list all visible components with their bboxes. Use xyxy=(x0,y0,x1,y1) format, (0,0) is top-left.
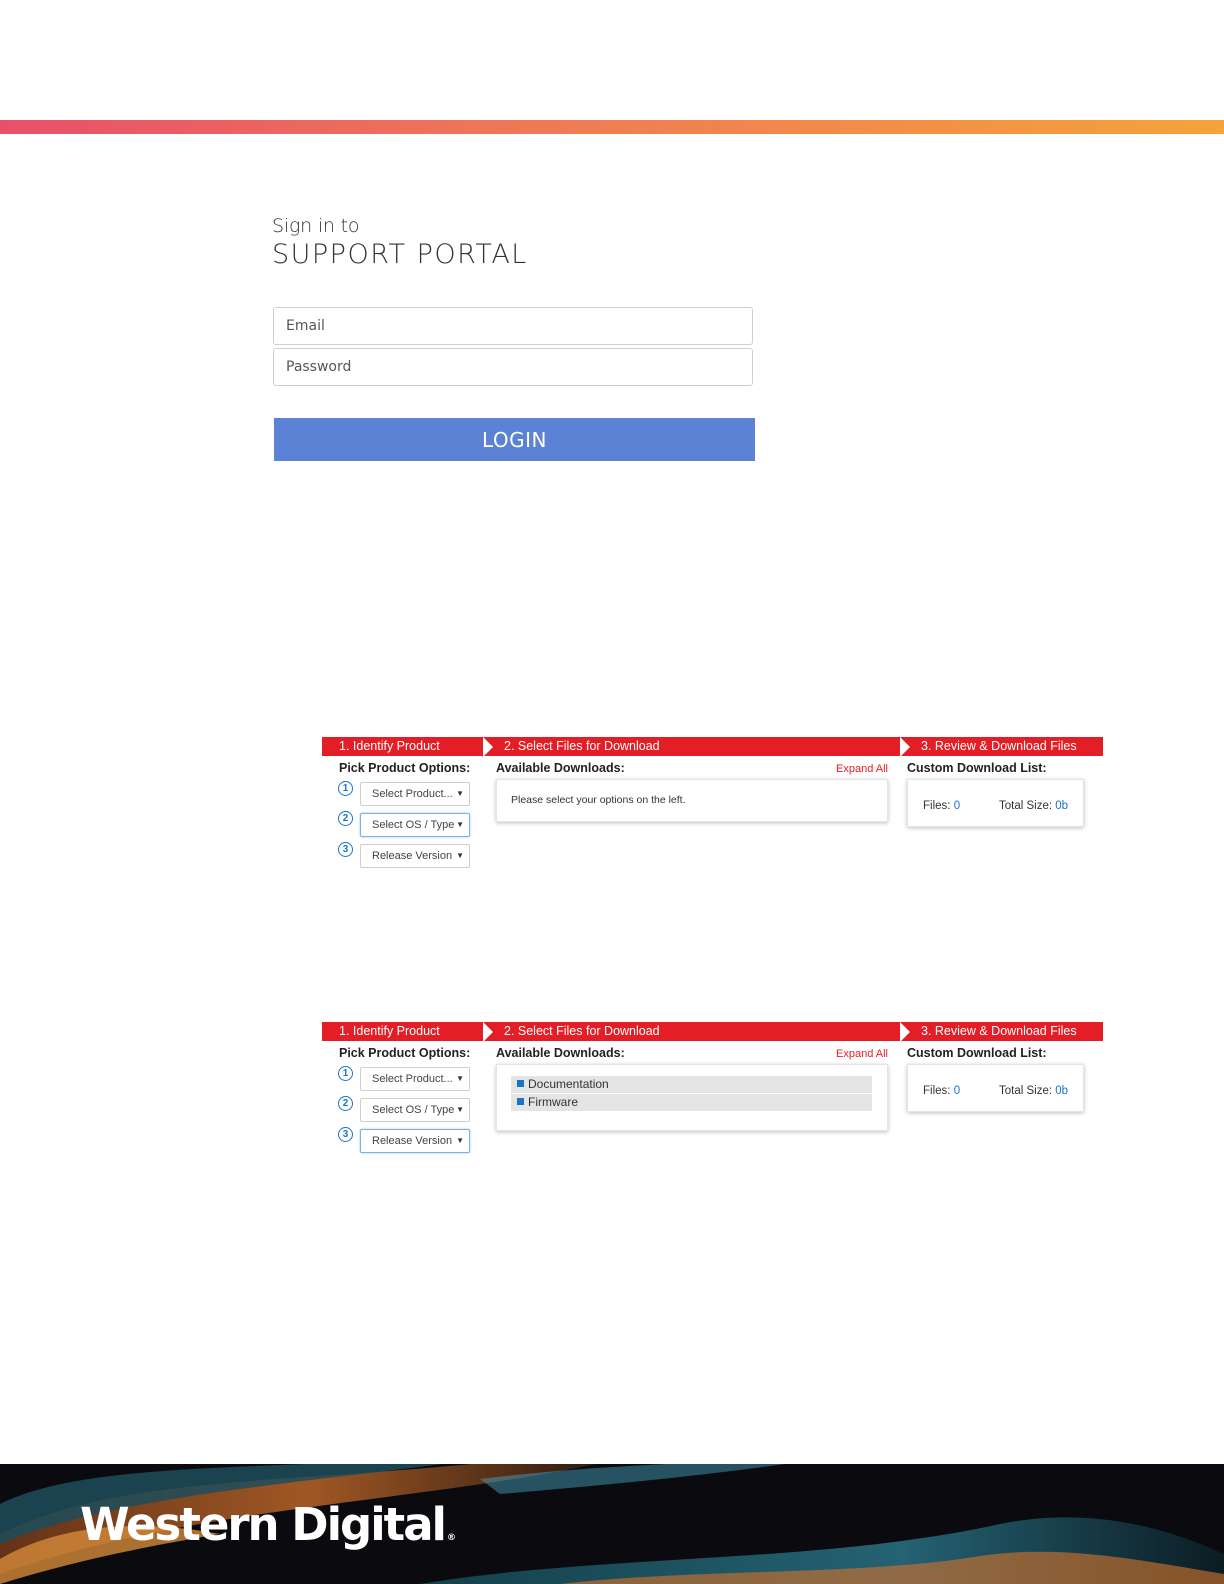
step-identify-product: 1. Identify Product xyxy=(339,1024,440,1038)
caret-down-icon: ▼ xyxy=(456,1074,464,1083)
chevron-right-icon xyxy=(483,737,493,757)
available-downloads-heading: Available Downloads: xyxy=(496,761,625,775)
chevron-right-icon xyxy=(900,1022,910,1042)
available-downloads-heading: Available Downloads: xyxy=(496,1046,625,1060)
files-label: Files: xyxy=(923,800,951,812)
select-product-label: Select Product... xyxy=(372,788,453,800)
files-label: Files: xyxy=(923,1085,951,1097)
chevron-right-icon xyxy=(900,737,910,757)
size-label: Total Size: xyxy=(999,800,1053,812)
expand-all-link[interactable]: Expand All xyxy=(836,763,888,775)
download-panel-populated: 1. Identify Product 2. Select Files for … xyxy=(322,1022,1103,1182)
portal-title: SUPPORT PORTAL xyxy=(272,239,528,270)
files-count: Files: 0 xyxy=(923,1085,960,1097)
caret-down-icon: ▼ xyxy=(456,1105,464,1114)
download-category-firmware[interactable]: Firmware xyxy=(511,1094,872,1111)
step-number-icon: 2 xyxy=(338,1096,353,1111)
select-os-label: Select OS / Type xyxy=(372,819,455,831)
download-category-label: Firmware xyxy=(528,1095,578,1109)
available-downloads-card: Please select your options on the left. xyxy=(496,779,888,822)
files-count: Files: 0 xyxy=(923,800,960,812)
select-os-type-dropdown[interactable]: Select OS / Type ▼ xyxy=(360,813,470,837)
available-downloads-card: Documentation Firmware xyxy=(496,1064,888,1131)
select-product-label: Select Product... xyxy=(372,1073,453,1085)
step-number-icon: 2 xyxy=(338,811,353,826)
step-review-download: 3. Review & Download Files xyxy=(921,739,1077,753)
select-product-dropdown[interactable]: Select Product... ▼ xyxy=(360,782,470,806)
step-identify-product: 1. Identify Product xyxy=(339,739,440,753)
download-category-documentation[interactable]: Documentation xyxy=(511,1076,872,1093)
custom-download-heading: Custom Download List: xyxy=(907,1046,1047,1060)
release-version-dropdown[interactable]: Release Version ▼ xyxy=(360,844,470,868)
footer-banner: Western Digital ® xyxy=(0,1464,1224,1584)
download-list-card: Files: 0 Total Size: 0b xyxy=(907,779,1084,827)
select-os-label: Select OS / Type xyxy=(372,1104,455,1116)
step-review-download: 3. Review & Download Files xyxy=(921,1024,1077,1038)
files-value: 0 xyxy=(953,800,961,812)
files-value: 0 xyxy=(953,1085,961,1097)
step-select-files: 2. Select Files for Download xyxy=(504,1024,660,1038)
custom-download-heading: Custom Download List: xyxy=(907,761,1047,775)
expand-all-link[interactable]: Expand All xyxy=(836,1048,888,1060)
western-digital-logo: Western Digital ® xyxy=(80,1498,456,1551)
caret-down-icon: ▼ xyxy=(456,820,464,829)
top-gradient-bar xyxy=(0,120,1224,134)
email-field[interactable] xyxy=(273,307,753,345)
release-version-label: Release Version xyxy=(372,850,453,862)
plus-box-icon xyxy=(517,1098,524,1106)
select-os-type-dropdown[interactable]: Select OS / Type ▼ xyxy=(360,1098,470,1122)
login-button[interactable]: LOGIN xyxy=(274,418,755,461)
step-number-icon: 3 xyxy=(338,842,353,857)
caret-down-icon: ▼ xyxy=(456,1136,464,1145)
caret-down-icon: ▼ xyxy=(456,851,464,860)
plus-box-icon xyxy=(517,1080,524,1088)
empty-message: Please select your options on the left. xyxy=(511,794,686,806)
release-version-label: Release Version xyxy=(372,1135,453,1147)
release-version-dropdown[interactable]: Release Version ▼ xyxy=(360,1129,470,1153)
total-size: Total Size: 0b xyxy=(999,1085,1068,1097)
step-number-icon: 1 xyxy=(338,781,353,796)
select-product-dropdown[interactable]: Select Product... ▼ xyxy=(360,1067,470,1091)
step-number-icon: 1 xyxy=(338,1066,353,1081)
size-label: Total Size: xyxy=(999,1085,1053,1097)
download-category-label: Documentation xyxy=(528,1077,609,1091)
total-size: Total Size: 0b xyxy=(999,800,1068,812)
size-value: 0b xyxy=(1055,800,1069,812)
step-number-icon: 3 xyxy=(338,1127,353,1142)
signin-title: Sign in to SUPPORT PORTAL xyxy=(272,215,528,270)
download-panel-empty: 1. Identify Product 2. Select Files for … xyxy=(322,737,1103,897)
download-list-card: Files: 0 Total Size: 0b xyxy=(907,1064,1084,1112)
caret-down-icon: ▼ xyxy=(456,789,464,798)
signin-subtitle: Sign in to xyxy=(272,215,360,237)
pick-options-heading: Pick Product Options: xyxy=(339,761,471,775)
chevron-right-icon xyxy=(483,1022,493,1042)
size-value: 0b xyxy=(1055,1085,1069,1097)
password-field[interactable] xyxy=(273,348,753,386)
step-select-files: 2. Select Files for Download xyxy=(504,739,660,753)
pick-options-heading: Pick Product Options: xyxy=(339,1046,471,1060)
